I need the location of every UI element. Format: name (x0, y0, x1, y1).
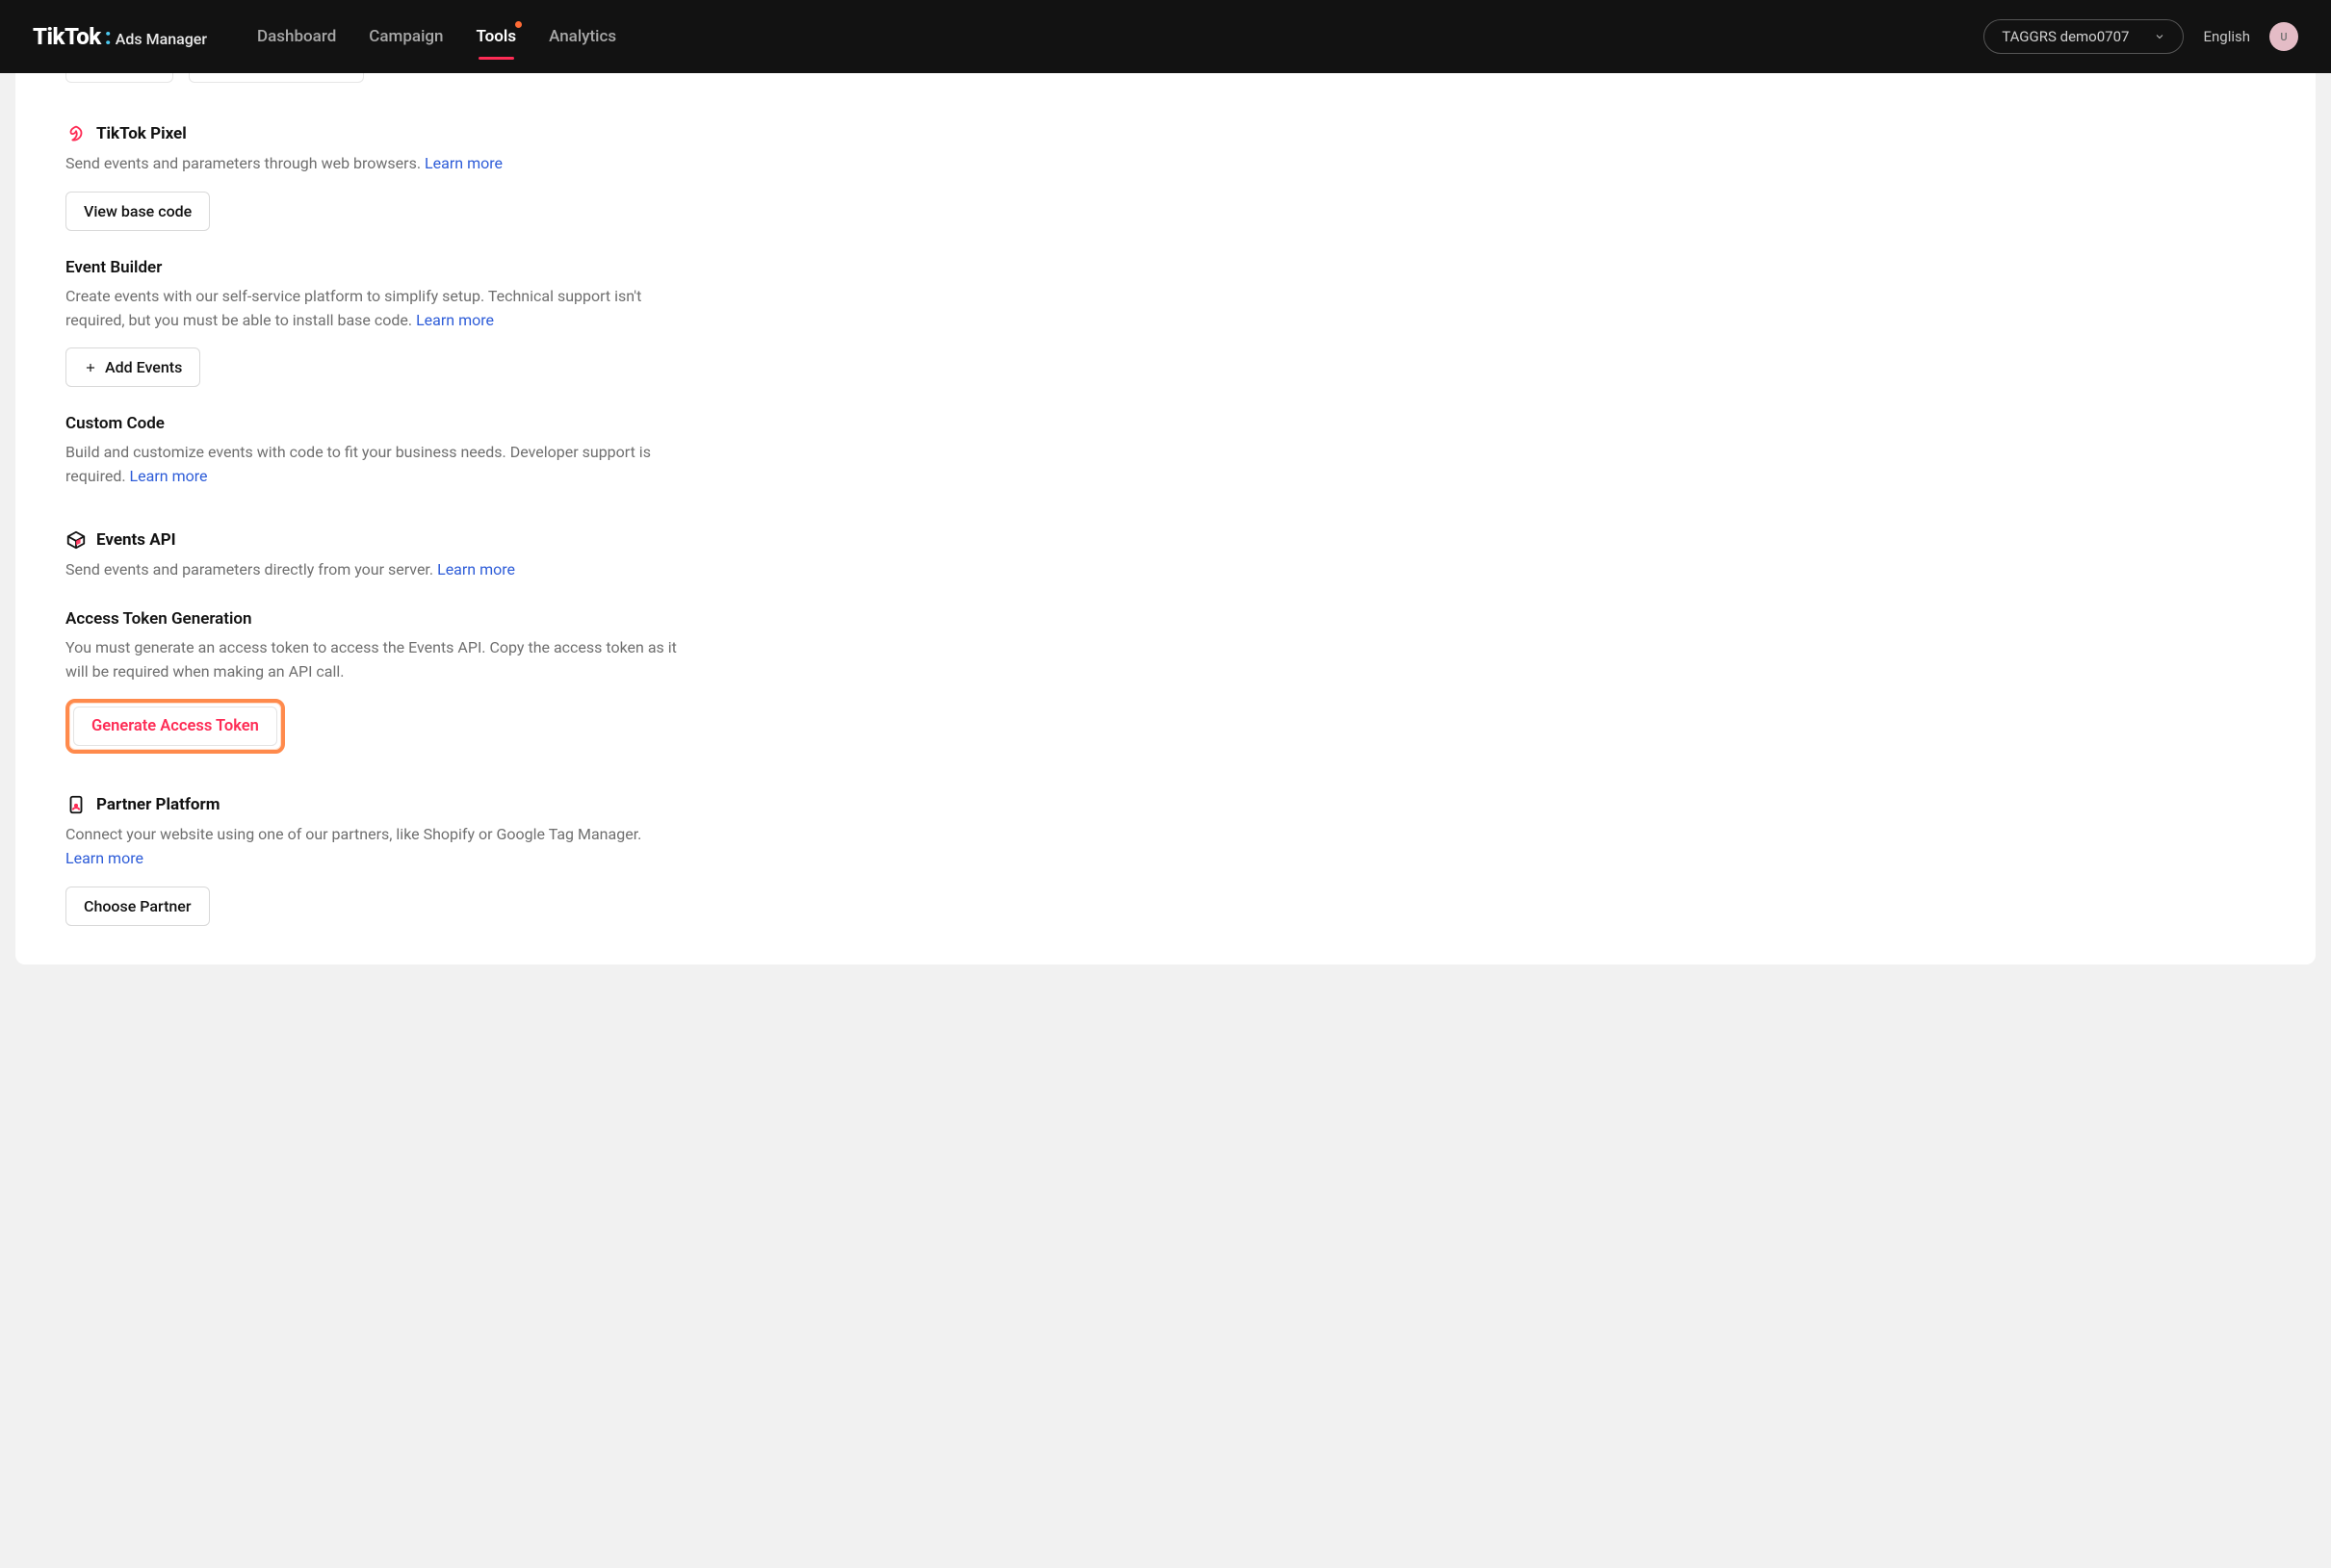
logo-colon: : (105, 23, 112, 50)
language-label: English (2203, 28, 2250, 45)
cutoff-box (65, 73, 173, 83)
nav-tools[interactable]: Tools (477, 0, 517, 73)
section-desc: Build and customize events with code to … (65, 441, 682, 489)
add-events-button[interactable]: Add Events (65, 347, 200, 387)
learn-more-link[interactable]: Learn more (425, 154, 503, 172)
highlight-ring: Generate Access Token (65, 699, 285, 754)
button-label: Generate Access Token (91, 717, 259, 735)
nav-label: Tools (477, 27, 517, 46)
logo[interactable]: TikTok: Ads Manager (33, 23, 207, 50)
section-access-token: Access Token Generation You must generat… (65, 609, 718, 755)
nav-analytics[interactable]: Analytics (549, 0, 616, 73)
nav-label: Campaign (369, 27, 443, 46)
section-event-builder: Event Builder Create events with our sel… (65, 258, 718, 388)
section-title: Custom Code (65, 414, 718, 433)
view-base-code-button[interactable]: View base code (65, 192, 210, 231)
account-name: TAGGRS demo0707 (2002, 28, 2129, 45)
nav-campaign[interactable]: Campaign (369, 0, 443, 73)
section-desc: Create events with our self-service plat… (65, 285, 682, 333)
nav-label: Analytics (549, 27, 616, 46)
section-events-api: Events API Send events and parameters di… (65, 529, 718, 582)
account-selector[interactable]: TAGGRS demo0707 (1983, 19, 2184, 54)
section-title: Event Builder (65, 258, 718, 277)
section-header: TikTok Pixel (65, 123, 718, 144)
choose-partner-button[interactable]: Choose Partner (65, 887, 210, 926)
learn-more-link[interactable]: Learn more (416, 311, 494, 329)
learn-more-link[interactable]: Learn more (130, 467, 208, 485)
partner-icon (65, 794, 87, 815)
cube-icon (65, 529, 87, 551)
section-custom-code: Custom Code Build and customize events w… (65, 414, 718, 489)
cutoff-box (189, 73, 364, 83)
generate-access-token-button[interactable]: Generate Access Token (73, 707, 277, 746)
section-title: Access Token Generation (65, 609, 718, 629)
page-wrap: TikTok Pixel Send events and parameters … (0, 73, 2331, 988)
desc-text: Send events and parameters directly from… (65, 560, 437, 578)
section-title: Events API (96, 530, 176, 550)
topbar-left: TikTok: Ads Manager Dashboard Campaign T… (33, 0, 616, 73)
main-card: TikTok Pixel Send events and parameters … (15, 73, 2316, 964)
desc-text: Send events and parameters through web b… (65, 154, 425, 172)
avatar[interactable]: U (2269, 22, 2298, 51)
learn-more-link[interactable]: Learn more (437, 560, 515, 578)
logo-brand: TikTok (33, 23, 101, 50)
plus-icon (84, 361, 97, 374)
chevron-down-icon (2154, 31, 2165, 42)
button-label: Add Events (105, 358, 182, 376)
section-title: Partner Platform (96, 795, 220, 814)
content-column: TikTok Pixel Send events and parameters … (15, 73, 718, 926)
topbar: TikTok: Ads Manager Dashboard Campaign T… (0, 0, 2331, 73)
section-partner-platform: Partner Platform Connect your website us… (65, 794, 718, 926)
topbar-right: TAGGRS demo0707 English U (1983, 19, 2298, 54)
nav-label: Dashboard (257, 27, 336, 46)
desc-text: Create events with our self-service plat… (65, 287, 641, 329)
learn-more-link[interactable]: Learn more (65, 849, 143, 867)
section-header: Events API (65, 529, 718, 551)
section-desc: Connect your website using one of our pa… (65, 823, 682, 871)
cutoff-boxes (65, 73, 718, 83)
section-header: Partner Platform (65, 794, 718, 815)
section-desc: You must generate an access token to acc… (65, 636, 682, 684)
logo-subtitle: Ads Manager (116, 30, 207, 48)
notification-dot-icon (515, 21, 522, 28)
section-desc: Send events and parameters directly from… (65, 558, 682, 582)
button-label: Choose Partner (84, 897, 192, 915)
pixel-icon (65, 123, 87, 144)
desc-text: Connect your website using one of our pa… (65, 825, 641, 843)
main-nav: Dashboard Campaign Tools Analytics (257, 0, 616, 73)
section-title: TikTok Pixel (96, 124, 187, 143)
section-desc: Send events and parameters through web b… (65, 152, 682, 176)
avatar-initial: U (2280, 31, 2287, 43)
nav-dashboard[interactable]: Dashboard (257, 0, 336, 73)
button-label: View base code (84, 202, 192, 220)
language-selector[interactable]: English (2203, 28, 2250, 45)
section-tiktok-pixel: TikTok Pixel Send events and parameters … (65, 123, 718, 231)
